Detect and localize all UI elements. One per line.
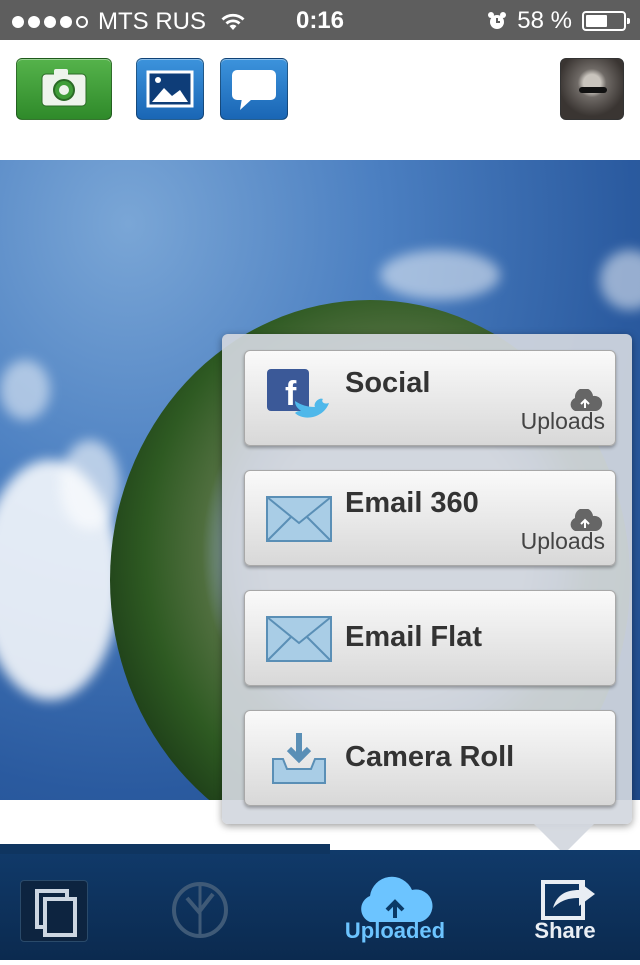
tab-share[interactable]: Share <box>505 850 625 960</box>
email-flat-button[interactable]: Email Flat <box>244 590 616 686</box>
svg-text:f: f <box>285 375 297 413</box>
camera-roll-label: Camera Roll <box>345 741 515 773</box>
bottom-tab-bar: Uploaded Share <box>0 844 640 960</box>
facebook-twitter-icon: f <box>267 369 329 418</box>
rotate-button[interactable] <box>165 850 235 960</box>
profile-avatar[interactable] <box>560 58 624 120</box>
battery-percent: 58 % <box>517 7 572 34</box>
camera-icon <box>41 69 87 107</box>
top-toolbar <box>0 40 640 160</box>
social-label: Social <box>345 367 431 399</box>
cloud-shape <box>0 360 50 420</box>
alarm-clock-icon <box>488 12 507 29</box>
status-bar: MTS RUS 0:16 58 % <box>0 0 640 40</box>
social-share-button[interactable]: f Social Uploads <box>244 350 616 446</box>
tab-uploaded[interactable]: Uploaded <box>330 850 460 960</box>
uploads-label: Uploads <box>520 408 605 434</box>
share-popup: f Social Uploads Email 360 Uploads Email… <box>222 334 632 854</box>
battery-fill <box>586 15 607 27</box>
cloud-shape <box>60 440 120 530</box>
camera-roll-button[interactable]: Camera Roll <box>244 710 616 806</box>
envelope-icon <box>266 496 332 542</box>
uploaded-label: Uploaded <box>344 918 446 943</box>
gallery-button[interactable] <box>136 58 204 120</box>
download-tray-icon <box>272 733 326 784</box>
image-icon <box>146 70 194 108</box>
copy-icon <box>35 889 77 937</box>
copy-button[interactable] <box>20 880 88 942</box>
cloud-shape <box>600 250 640 310</box>
email-flat-label: Email Flat <box>345 621 482 653</box>
rotate-icon <box>172 882 228 938</box>
battery-icon <box>582 11 630 31</box>
camera-button[interactable] <box>16 58 112 120</box>
chat-button[interactable] <box>220 58 288 120</box>
share-label: Share <box>534 918 596 943</box>
cloud-shape <box>380 250 500 300</box>
uploads-label: Uploads <box>520 528 605 554</box>
email-360-button[interactable]: Email 360 Uploads <box>244 470 616 566</box>
envelope-icon <box>266 616 332 662</box>
speech-bubble-icon <box>232 70 276 110</box>
email-360-label: Email 360 <box>345 487 479 519</box>
